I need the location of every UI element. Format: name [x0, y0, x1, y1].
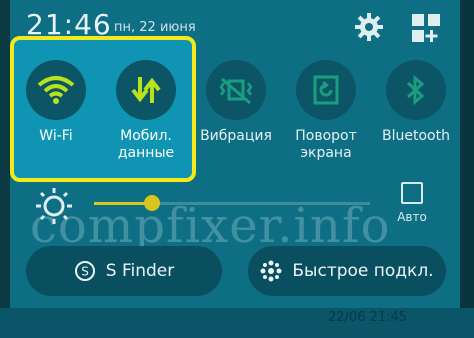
toggle-label: Мобил. данные	[117, 128, 175, 161]
gear-icon[interactable]	[354, 12, 384, 42]
auto-brightness-checkbox[interactable]: Авто	[392, 182, 432, 224]
quick-connect-label: Быстрое подкл.	[292, 261, 434, 281]
toggle-label: Wi-Fi	[39, 128, 73, 144]
toggle-vibration[interactable]: Вибрация	[200, 60, 272, 145]
s-finder-label: S Finder	[105, 261, 175, 281]
s-finder-icon: S	[74, 261, 95, 281]
footer-timestamp: 22/06 21:45	[328, 310, 408, 325]
date-label: пн, 22 июня	[114, 20, 196, 35]
quick-connect-icon	[260, 260, 282, 282]
toggle-wifi[interactable]: Wi-Fi	[20, 60, 92, 145]
toggle-label: Вибрация	[200, 128, 272, 144]
checkbox-box	[401, 182, 423, 204]
screen-rotation-icon	[313, 75, 339, 105]
quick-connect-button[interactable]: Быстрое подкл.	[248, 246, 446, 296]
vibration-icon	[219, 77, 253, 105]
bezel	[0, 0, 10, 338]
toggle-label: Bluetooth	[382, 128, 450, 144]
edit-grid-icon[interactable]	[410, 12, 442, 44]
bluetooth-icon	[406, 74, 425, 106]
s-finder-button[interactable]: S S Finder	[26, 246, 222, 296]
toggle-screen-rotation[interactable]: Поворот экрана	[290, 60, 362, 162]
toggle-mobile-data[interactable]: Мобил. данные	[110, 60, 182, 162]
toggle-bluetooth[interactable]: Bluetooth	[380, 60, 452, 145]
wifi-icon	[37, 76, 75, 104]
auto-brightness-label: Авто	[397, 210, 427, 224]
toggle-label: Поворот экрана	[295, 128, 357, 161]
svg-text:S: S	[81, 265, 89, 279]
mobile-data-icon	[131, 77, 161, 103]
notification-panel: 21:46 пн, 22 июня Wi-Fi Мобил. данные Ви…	[0, 0, 474, 338]
bezel	[460, 0, 474, 338]
